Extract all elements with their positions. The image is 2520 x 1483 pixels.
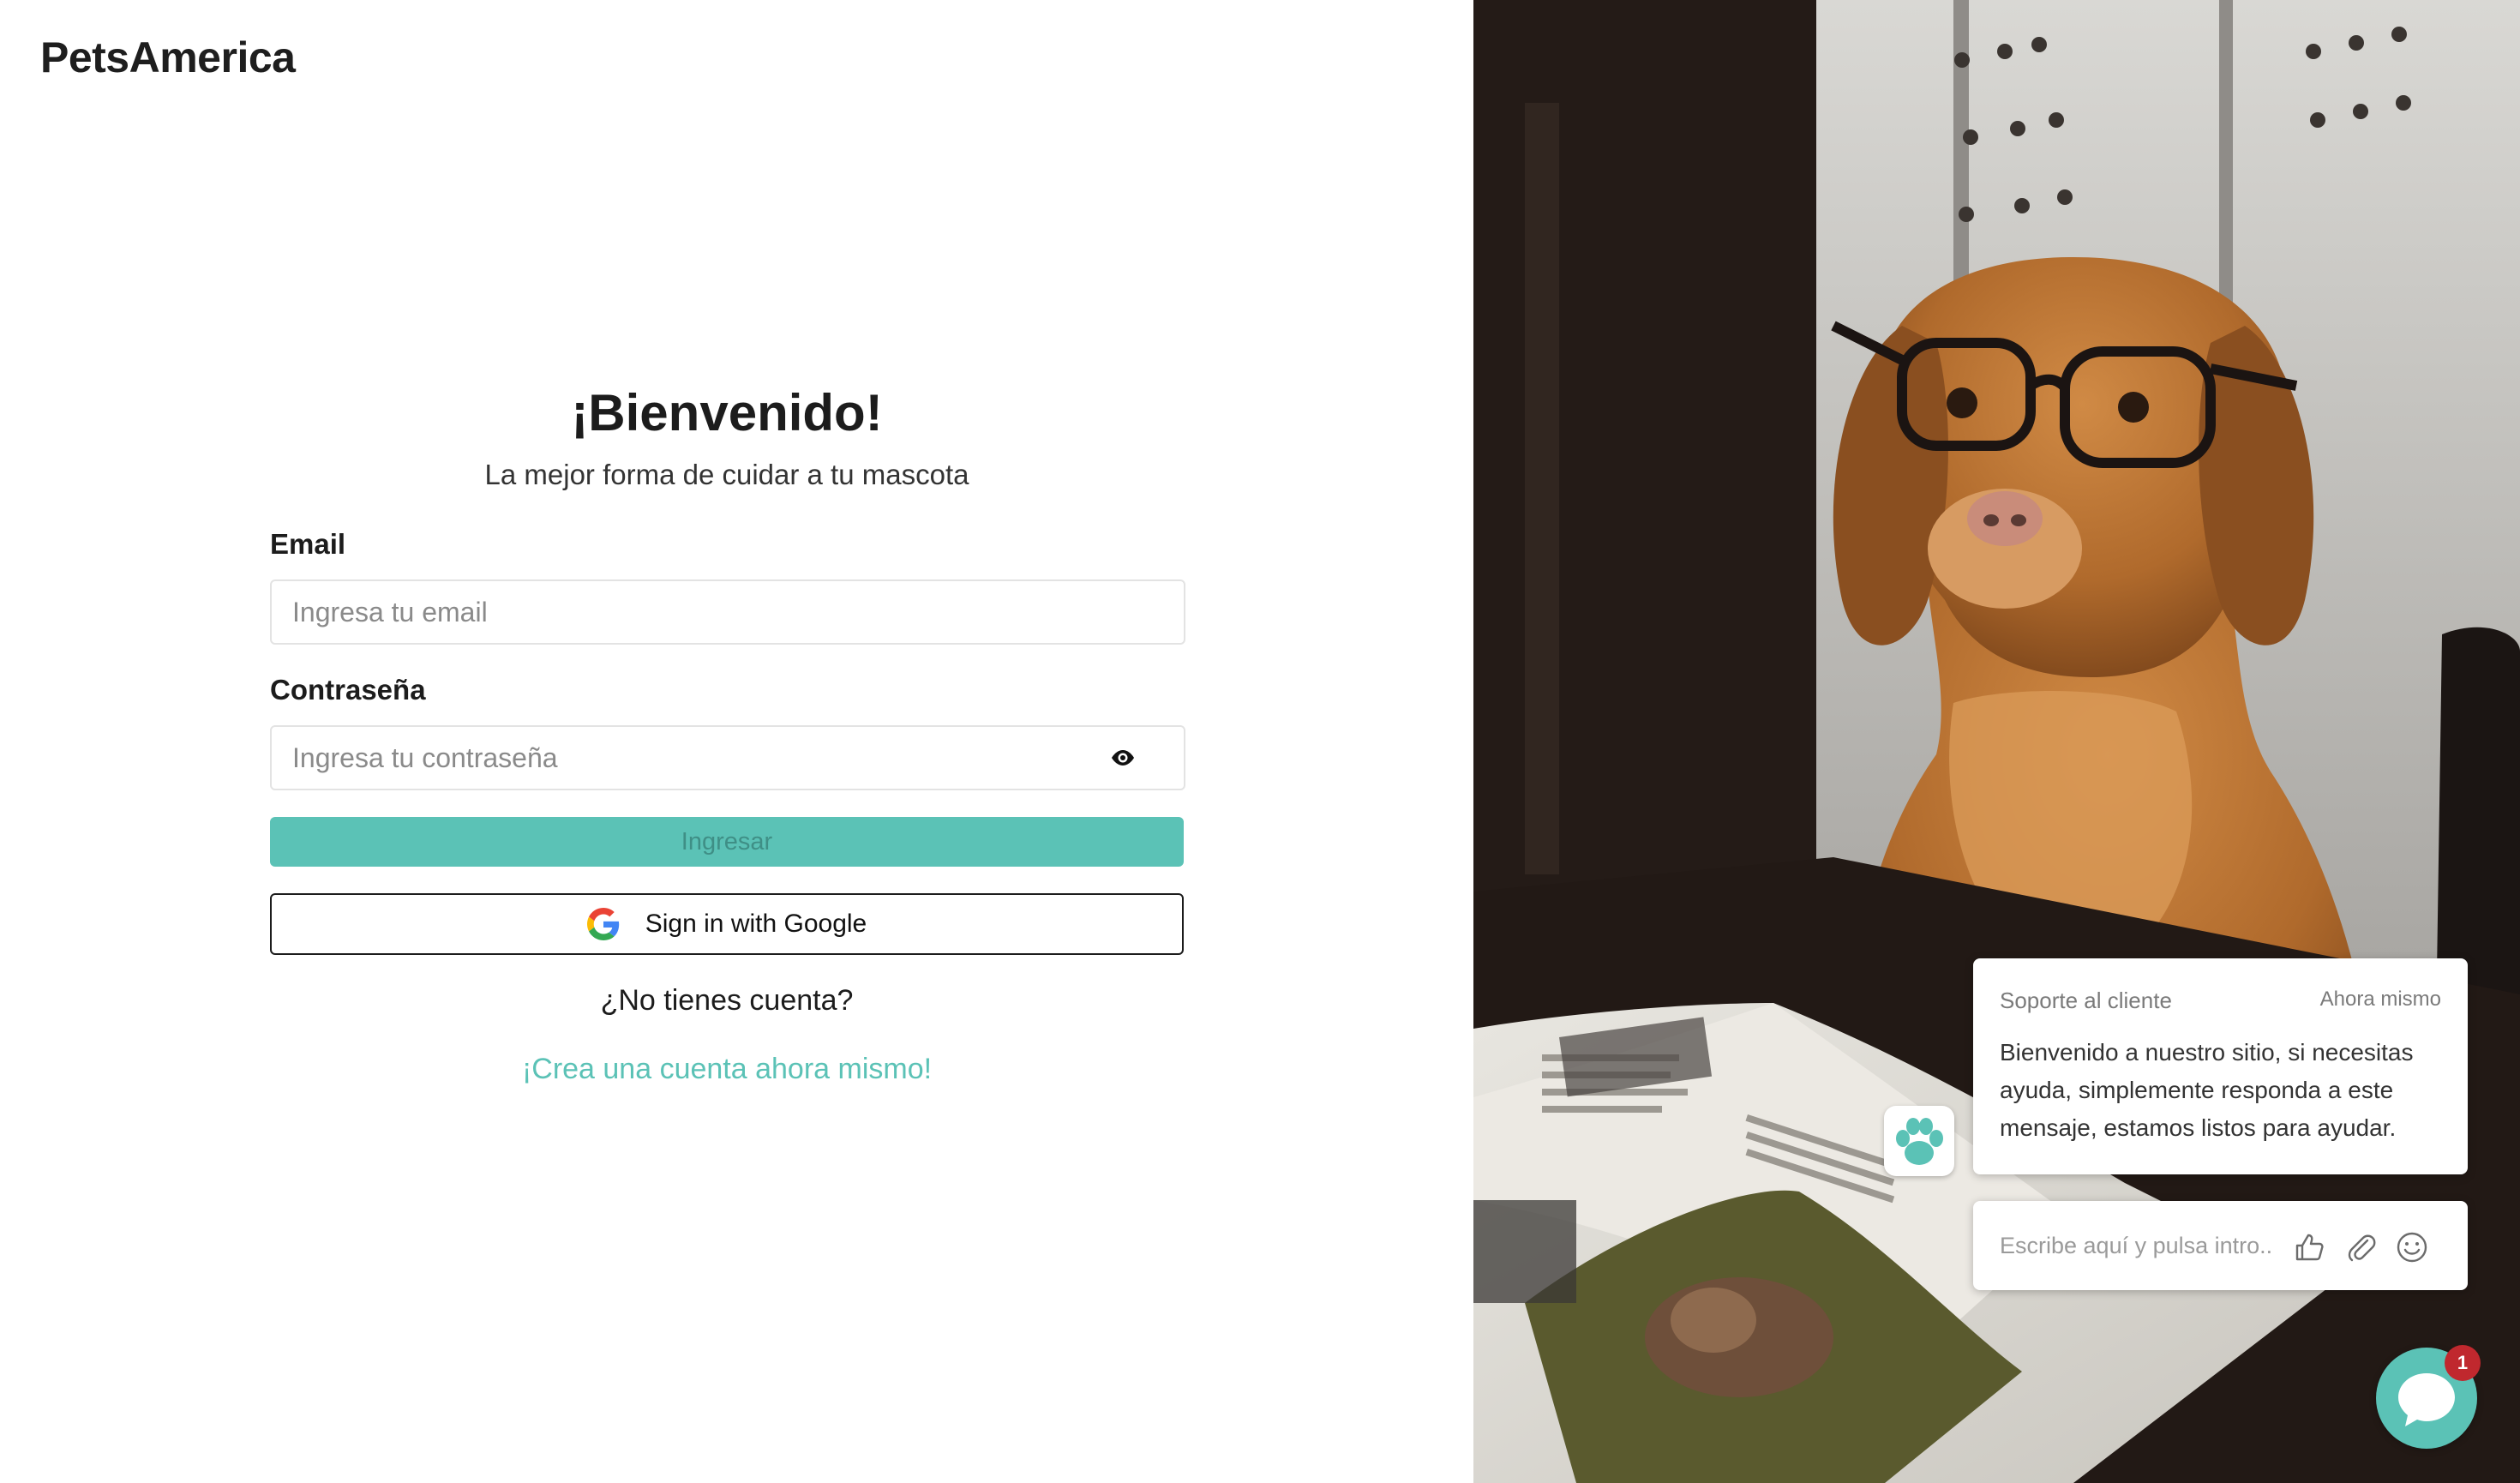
chat-message-text: Bienvenido a nuestro sitio, si necesitas… <box>2000 1039 2414 1141</box>
login-panel: PetsAmerica ¡Bienvenido! La mejor forma … <box>0 0 1473 1483</box>
unread-badge: 1 <box>2445 1345 2481 1381</box>
chat-agent-avatar <box>1884 1106 1954 1176</box>
create-account-link[interactable]: ¡Crea una cuenta ahora mismo! <box>270 1053 1184 1086</box>
password-label: Contraseña <box>270 674 426 705</box>
google-signin-label: Sign in with Google <box>645 910 867 938</box>
brand-logo[interactable]: PetsAmerica <box>40 33 296 82</box>
page-title: ¡Bienvenido! <box>571 384 883 441</box>
chat-input-bar <box>1973 1201 2468 1290</box>
paperclip-icon[interactable] <box>2344 1230 2379 1264</box>
login-form: ¡Bienvenido! La mejor forma de cuidar a … <box>270 377 1185 1085</box>
no-account-text: ¿No tienes cuenta? <box>600 984 854 1017</box>
chat-message-card[interactable]: Soporte al cliente Ahora mismo Bienvenid… <box>1973 958 2468 1174</box>
email-label: Email <box>270 528 346 560</box>
eye-icon[interactable] <box>1110 748 1136 768</box>
chat-agent-name: Soporte al cliente <box>2000 988 2172 1013</box>
page-subtitle: La mejor forma de cuidar a tu mascota <box>484 459 969 490</box>
thumbs-up-icon[interactable] <box>2292 1230 2326 1264</box>
login-button[interactable]: Ingresar <box>270 817 1184 867</box>
password-field-wrapper <box>270 725 1185 790</box>
chat-message-input[interactable] <box>2000 1227 2283 1264</box>
chat-timestamp: Ahora mismo <box>2319 988 2441 1011</box>
email-field[interactable] <box>272 581 1064 643</box>
password-field[interactable] <box>272 727 1064 789</box>
google-g-icon <box>586 908 619 940</box>
email-field-wrapper <box>270 579 1185 645</box>
smiley-icon[interactable] <box>2395 1230 2429 1264</box>
paw-icon <box>1896 1118 1943 1165</box>
google-signin-button[interactable]: Sign in with Google <box>270 893 1184 955</box>
